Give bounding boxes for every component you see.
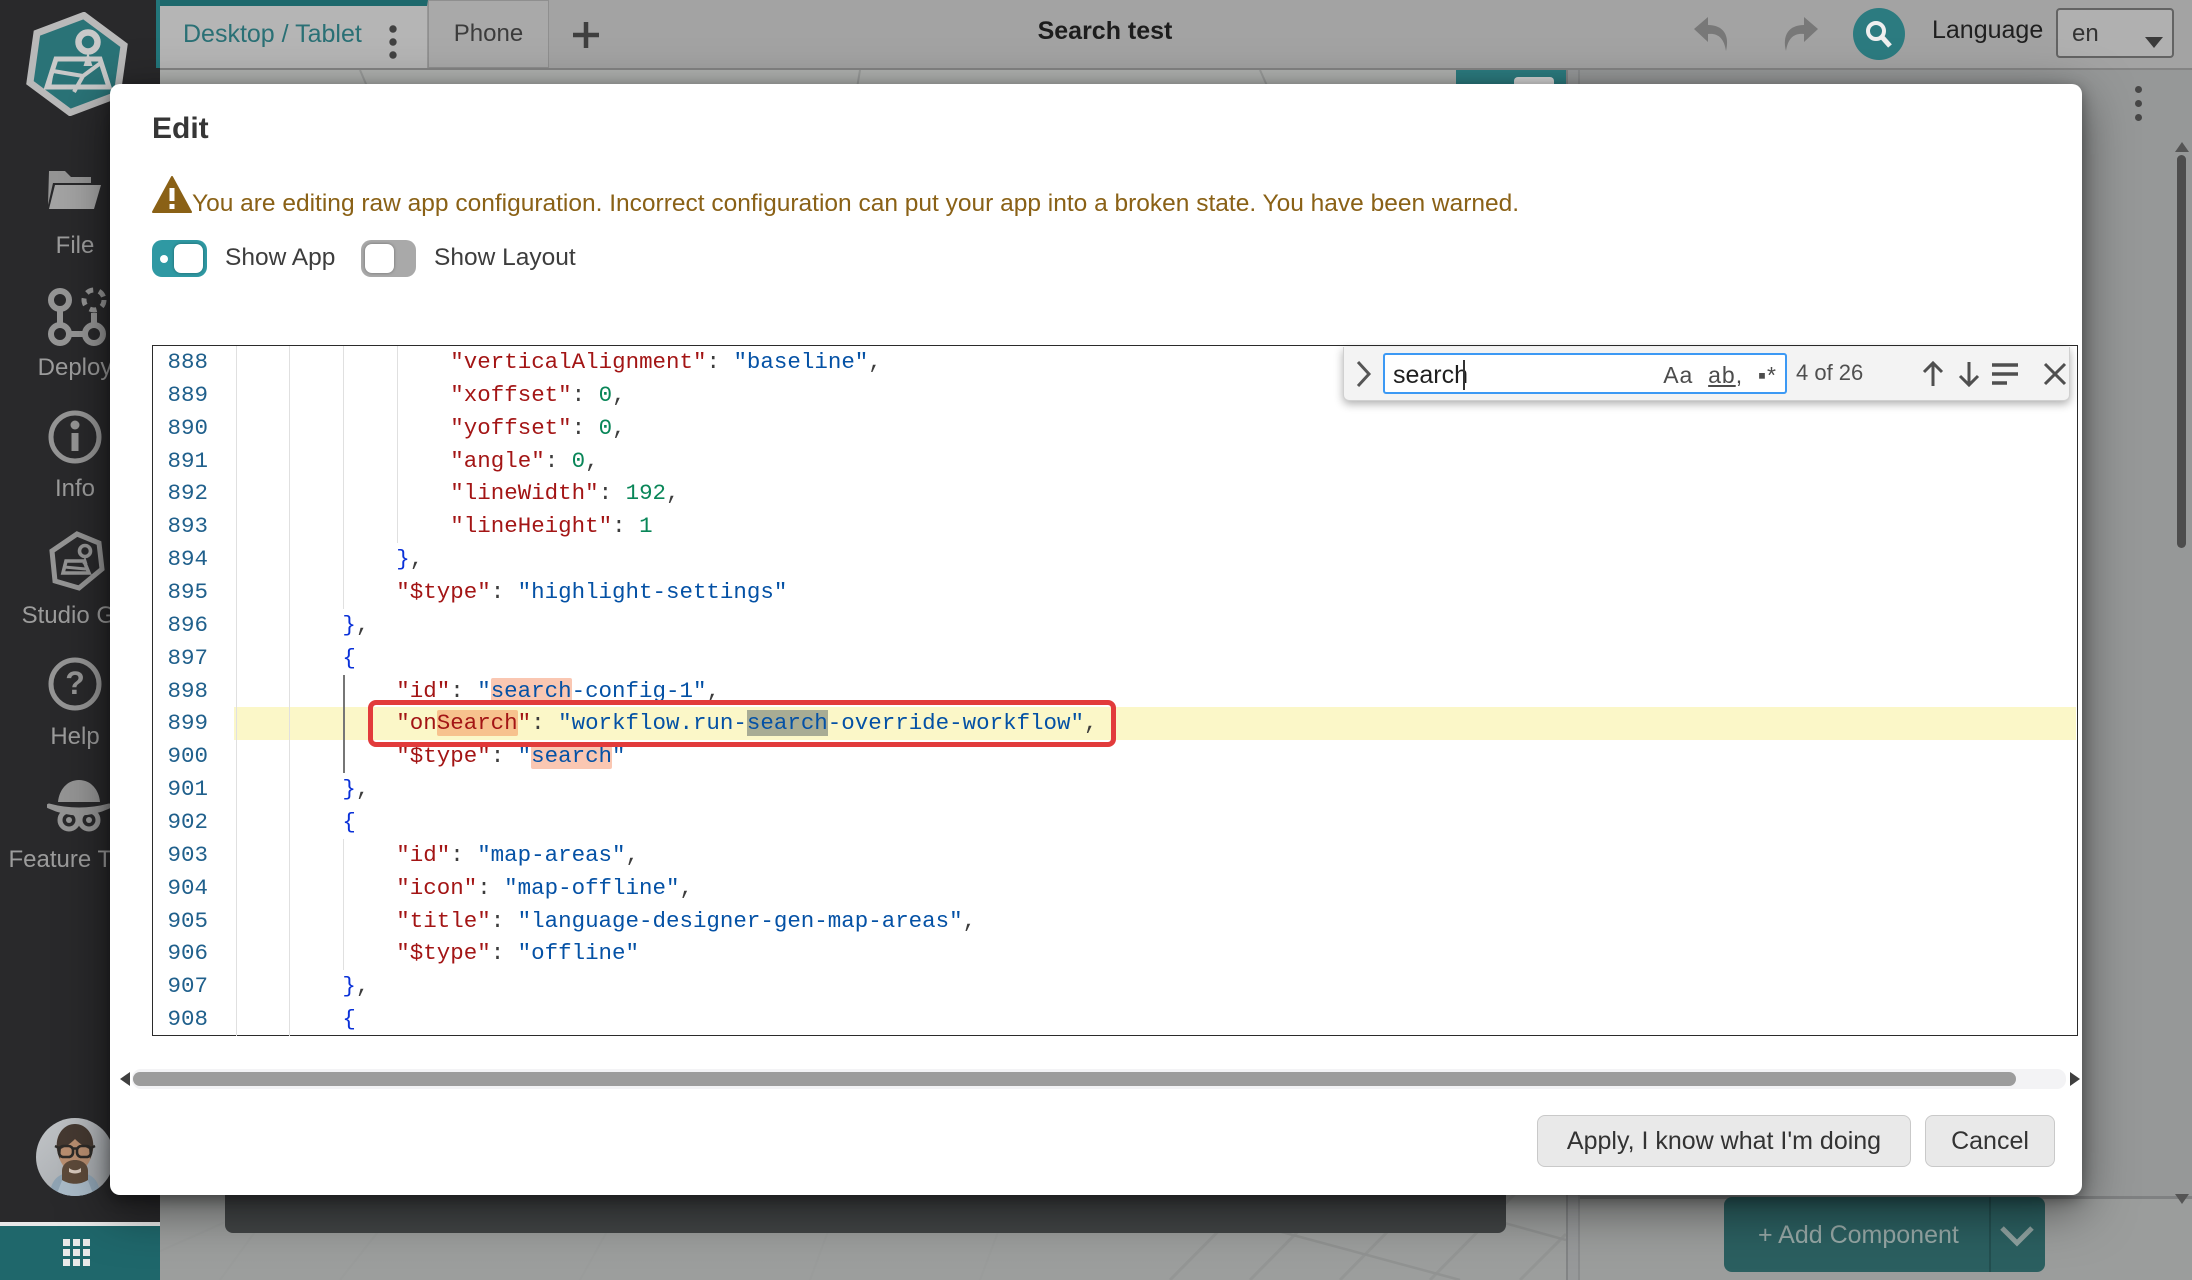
svg-text:?: ?	[65, 665, 85, 701]
